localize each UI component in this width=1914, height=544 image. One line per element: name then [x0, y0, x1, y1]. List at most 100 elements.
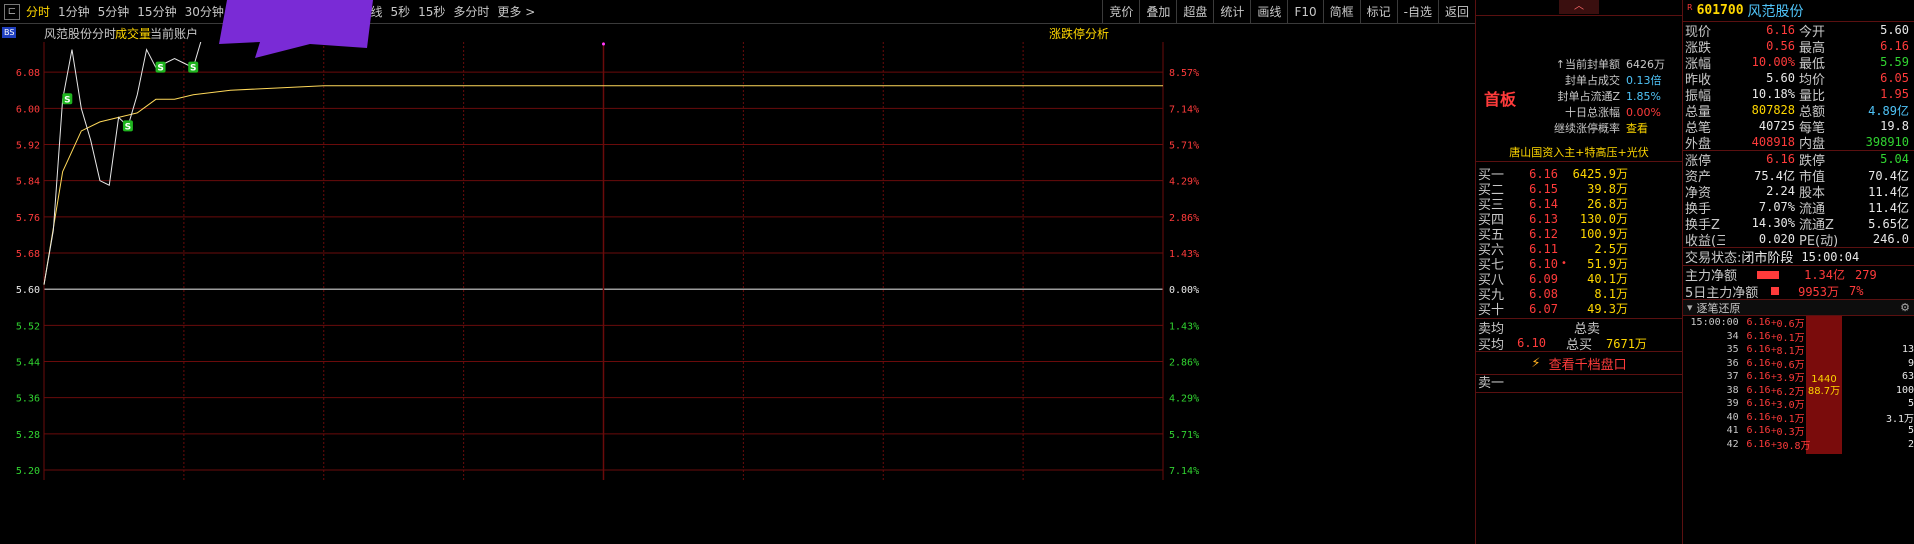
toolbar-button[interactable]: 画线 — [1250, 0, 1287, 24]
bid-price: 6.07 — [1529, 301, 1558, 316]
bid-price: 6.16 — [1529, 166, 1558, 181]
bid-price: 6.12 — [1529, 226, 1558, 241]
quote-panel: R 601700 风范股份 现价 6.16 今开 5.60 涨跌 0.56 最高 6.16 涨幅… — [1683, 0, 1914, 544]
sell-signal-marker[interactable]: S — [188, 61, 199, 74]
quote-value: 246.0 — [1872, 232, 1909, 246]
chevron-up-icon[interactable]: ︿ — [1559, 0, 1599, 14]
limit-stat-label: ↑当前封单额 — [1555, 58, 1620, 71]
tick-time: 15:00:00 — [1690, 317, 1739, 329]
toolbar-button[interactable]: 返回 — [1437, 0, 1475, 24]
toolbar-button[interactable]: 标记 — [1359, 0, 1397, 24]
y-tick-label: 5.92 — [16, 141, 40, 152]
toolbar-button[interactable]: -自选 — [1396, 0, 1438, 24]
pct-tick-label: 2.86% — [1169, 358, 1199, 369]
concept-tag[interactable]: 唐山国资入主+特高压+光伏 — [1476, 144, 1682, 162]
toolbar-button[interactable]: 叠加 — [1139, 0, 1176, 24]
toolbar-button[interactable]: 竞价 — [1102, 0, 1139, 24]
timeframe-tab[interactable]: 更多 > — [493, 3, 539, 20]
bs-badge[interactable]: BS — [2, 27, 17, 38]
pct-tick-label: 1.43% — [1169, 321, 1199, 332]
quote-label: 收益(三) — [1685, 233, 1725, 249]
tick-row: 42 6.16 +30.8万 2 — [1683, 438, 1914, 452]
toolbar-button[interactable]: F10 — [1287, 0, 1322, 24]
bid-row[interactable]: 买十 6.07 49.3万 — [1476, 301, 1682, 319]
tick-time: 35 — [1726, 344, 1739, 356]
mode-label[interactable]: 分时 — [92, 25, 116, 42]
ticks-header[interactable]: ▾ 逐笔还原 ⚙ — [1683, 300, 1914, 316]
bid-price: 6.08 — [1529, 286, 1558, 301]
pct-tick-label: 10.00% — [1169, 42, 1205, 43]
depth-button[interactable]: ⚡ 查看千档盘口 — [1476, 352, 1682, 374]
pct-tick-label: 7.14% — [1169, 104, 1199, 115]
main5-net-row: 5日主力净额 9953万 7% — [1683, 283, 1914, 301]
quote-row: 收益(三) 0.020 PE(动) 246.0 — [1683, 231, 1914, 249]
pct-tick-label: 2.86% — [1169, 213, 1199, 224]
main5-net-value: 9953万 — [1798, 284, 1839, 299]
back-arrow-icon[interactable]: ⊏ — [4, 3, 20, 20]
quote-label: PE(动) — [1799, 233, 1837, 249]
quote-value: 10.18% — [1751, 87, 1795, 101]
trade-status-label: 交易状态: — [1685, 251, 1742, 266]
sell-signal-marker[interactable]: S — [155, 61, 166, 74]
bid-price: 6.15 — [1529, 181, 1558, 196]
tick-row: 41 6.16 +0.3万 5 — [1683, 424, 1914, 438]
quote-value: 2.24 — [1766, 184, 1795, 198]
tick-row: 36 6.16 +0.6万 9 — [1683, 357, 1914, 371]
tick-extra: 63 — [1901, 371, 1914, 383]
quote-value: 0.020 — [1758, 232, 1795, 246]
limit-analysis-button[interactable]: 涨跌停分析 — [1049, 25, 1109, 42]
code-badge: R — [1687, 3, 1693, 12]
quote-value: 398910 — [1865, 135, 1909, 149]
pct-tick-label: 7.14% — [1169, 466, 1199, 477]
tick-time: 37 — [1726, 371, 1739, 383]
toolbar-button[interactable]: 简框 — [1322, 0, 1360, 24]
quote-value: 70.4亿 — [1868, 168, 1909, 183]
timeframe-tab[interactable]: 分时 — [22, 3, 54, 20]
quote-value: 807828 — [1751, 103, 1795, 117]
pct-tick-label: 0.00% — [1169, 285, 1199, 296]
sell-signal-marker[interactable]: S — [122, 120, 133, 132]
volume-label[interactable]: 成交量 — [115, 25, 151, 42]
tick-price: 6.16 — [1746, 317, 1771, 329]
tick-row: 35 6.16 +8.1万 13 — [1683, 343, 1914, 357]
depth-button-label: 查看千档盘口 — [1548, 357, 1627, 373]
bid-dot: • — [1561, 258, 1567, 269]
limit-stat-row: 十日总涨幅 0.00% — [1528, 104, 1678, 120]
limit-stat-value: 0.13倍 — [1626, 74, 1662, 87]
quote-value: 5.60 — [1766, 71, 1795, 85]
svg-text:S: S — [125, 122, 131, 132]
timeframe-tab[interactable]: 15秒 — [414, 3, 449, 20]
pct-tick-label: 4.29% — [1169, 394, 1199, 405]
svg-text:S: S — [190, 64, 196, 74]
tick-row: 39 6.16 +3.0万 5 — [1683, 397, 1914, 411]
main-net-value: 1.34亿 — [1804, 268, 1845, 282]
timeframe-tab[interactable]: 5分钟 — [94, 3, 134, 20]
limit-stat-row: 继续涨停概率 查看 — [1528, 120, 1678, 136]
toolbar-button[interactable]: 统计 — [1213, 0, 1250, 24]
timeframe-tab[interactable]: 15分钟 — [133, 3, 180, 20]
toolbar-button[interactable]: 超盘 — [1176, 0, 1213, 24]
tick-extra: 13 — [1901, 344, 1914, 356]
y-tick-label: 5.84 — [16, 177, 40, 188]
collapse-icon[interactable]: ▾ — [1687, 301, 1693, 314]
tick-row: 38 6.16 +6.2万 100 — [1683, 384, 1914, 398]
tick-price: 6.16 — [1746, 330, 1771, 342]
limit-stat-row: ↑当前封单额 6426万 — [1528, 56, 1678, 72]
timeframe-tab[interactable]: 1分钟 — [54, 3, 94, 20]
quote-value: 5.60 — [1880, 23, 1909, 37]
intraday-chart[interactable]: 6.16 10.00% 6.08 8.57% 6.00 7.14% 5.92 5.71% 5.8… — [0, 42, 1475, 544]
timeframe-tab[interactable]: 多分时 — [449, 3, 493, 20]
quote-value: 6.16 — [1880, 39, 1909, 53]
tick-price: 6.16 — [1746, 425, 1771, 437]
account-label[interactable]: 当前账户 — [150, 25, 198, 42]
pct-tick-label: 8.57% — [1169, 68, 1199, 79]
gear-icon[interactable]: ⚙ — [1900, 301, 1910, 314]
tick-row: 15:00:00 6.16 +0.6万 — [1683, 316, 1914, 330]
stock-name-label: 风范股份 — [44, 27, 93, 41]
timeframe-tab[interactable]: 5秒 — [386, 3, 414, 20]
limit-stat-value: 0.00% — [1626, 105, 1661, 119]
limit-stat-label: 封单占流通Z — [1557, 90, 1620, 103]
sell-signal-marker[interactable]: S — [62, 93, 73, 105]
quote-value: 6.05 — [1880, 71, 1909, 85]
limit-stat-value[interactable]: 查看 — [1626, 120, 1678, 136]
